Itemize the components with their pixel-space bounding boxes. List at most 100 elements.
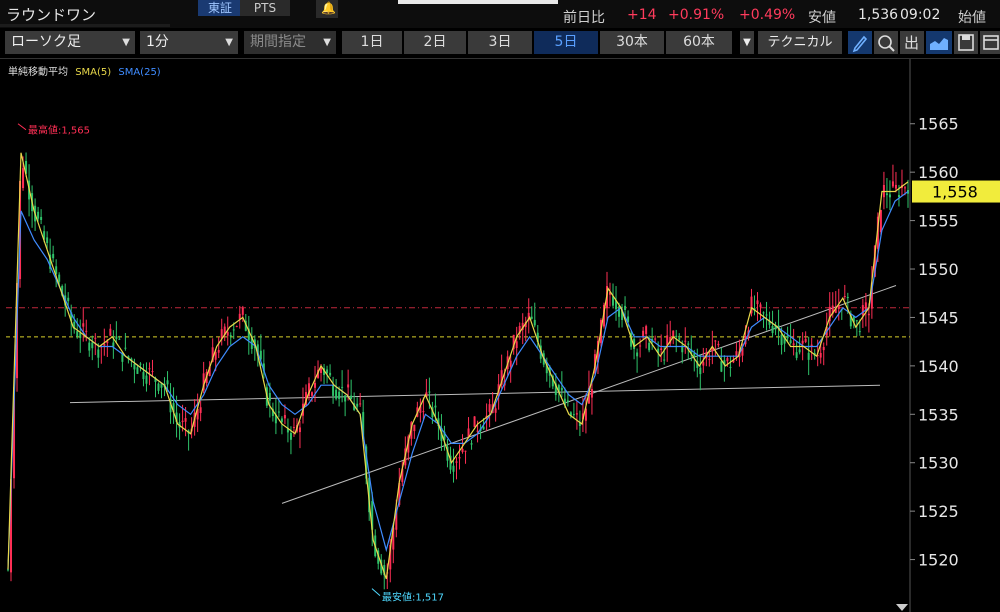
- candle-body: [756, 300, 759, 305]
- period-3d[interactable]: 3日: [468, 31, 532, 54]
- y-tick-label: 1555: [918, 212, 959, 231]
- candle-body: [356, 403, 359, 407]
- candle-body: [618, 306, 621, 317]
- candle-body: [819, 352, 822, 358]
- candle-body: [413, 424, 416, 432]
- candle-body: [464, 450, 467, 452]
- candle-body: [482, 426, 485, 430]
- candle-body: [846, 296, 849, 299]
- interval-select[interactable]: 1分 ▼: [140, 31, 238, 54]
- high-annotation: 最高値:1,565: [28, 124, 90, 137]
- high-marker: [17, 123, 27, 131]
- candle-body: [894, 184, 897, 189]
- candle-body: [678, 338, 681, 340]
- candle-body: [88, 342, 91, 351]
- draw-tool-button[interactable]: [848, 31, 872, 54]
- stock-title: ラウンドワン: [6, 6, 97, 24]
- chevron-down-icon: ▼: [122, 37, 130, 48]
- chart-type-select[interactable]: ローソク足 ▼: [5, 31, 135, 54]
- candle-body: [897, 195, 900, 198]
- candle-body: [560, 387, 563, 391]
- candle-body: [229, 335, 232, 337]
- period-60bars[interactable]: 60本: [666, 31, 732, 54]
- exchange-tab-tse[interactable]: 東証: [198, 0, 242, 16]
- technical-button[interactable]: テクニカル: [758, 31, 842, 54]
- candle-body: [765, 314, 768, 316]
- chevron-down-icon: ▼: [323, 37, 331, 48]
- change-percent: +0.91%: [668, 7, 725, 23]
- candle-body: [786, 335, 789, 339]
- legend-sma5[interactable]: SMA(5): [75, 67, 111, 78]
- candle-body: [903, 187, 906, 189]
- chevron-down-icon: ▼: [225, 37, 233, 48]
- chart-canvas[interactable]: 1520 1525 1530 1535 1540 1545 1550 1555 1560 1565…: [0, 58, 1000, 612]
- candle-body: [494, 408, 497, 413]
- candle-body: [867, 313, 870, 316]
- candle-body: [311, 392, 314, 396]
- candle-body: [675, 335, 678, 338]
- candle-body: [359, 403, 362, 405]
- candle-body: [139, 363, 142, 365]
- area-chart-button[interactable]: [926, 31, 952, 54]
- candle-body: [515, 341, 518, 348]
- y-tick-label: 1560: [918, 163, 959, 182]
- candle-body: [157, 383, 160, 391]
- price-chart[interactable]: 1520 1525 1530 1535 1540 1545 1550 1555 1560 1565…: [0, 58, 1000, 612]
- legend-sma25[interactable]: SMA(25): [118, 67, 160, 78]
- candle-body: [714, 340, 717, 342]
- period-2d[interactable]: 2日: [404, 31, 466, 54]
- candle-body: [461, 448, 464, 453]
- candle-body: [798, 349, 801, 353]
- candle-body: [142, 372, 145, 380]
- title-underline: [0, 24, 170, 27]
- change-value: +14: [627, 7, 657, 23]
- candle-body: [226, 332, 229, 336]
- y-tick-label: 1540: [918, 357, 959, 376]
- period-30bars[interactable]: 30本: [600, 31, 664, 54]
- open-label: 始値: [958, 10, 986, 26]
- candle-body: [795, 352, 798, 358]
- candle-body: [804, 338, 807, 342]
- candle-body: [789, 340, 792, 344]
- y-tick-label: 1525: [918, 502, 959, 521]
- candle-body: [684, 340, 687, 342]
- candle-body: [347, 384, 350, 388]
- candle-body: [46, 237, 49, 244]
- alert-button[interactable]: 🔔: [316, 0, 338, 18]
- change-label: 前日比: [563, 10, 605, 26]
- candle-body: [166, 380, 169, 385]
- candle-body: [533, 319, 536, 326]
- period-1d[interactable]: 1日: [342, 31, 402, 54]
- candle-body: [79, 332, 82, 338]
- candle-body: [530, 316, 533, 319]
- output-button[interactable]: 出: [900, 31, 924, 54]
- period-5d[interactable]: 5日: [534, 31, 598, 54]
- candle-body: [843, 296, 846, 298]
- window-button[interactable]: [980, 31, 1000, 54]
- candle-body: [861, 305, 864, 316]
- zoom-button[interactable]: [874, 31, 898, 54]
- candle-body: [639, 345, 642, 347]
- save-button[interactable]: [954, 31, 978, 54]
- candle-body: [350, 395, 353, 400]
- chart-type-value: ローソク足: [11, 34, 81, 50]
- quote-time: 09:02: [900, 7, 941, 23]
- pencil-icon: [852, 35, 868, 53]
- exchange-tab-pts[interactable]: PTS: [240, 0, 290, 16]
- y-tick-label: 1530: [918, 454, 959, 473]
- candle-body: [452, 465, 455, 472]
- candle-body: [792, 343, 795, 345]
- search-box[interactable]: [398, 0, 558, 4]
- candle-body: [687, 343, 690, 345]
- candle-body: [268, 392, 271, 401]
- candle-body: [885, 193, 888, 196]
- candle-body: [37, 211, 40, 219]
- candle-body: [298, 427, 301, 433]
- candle-body: [666, 335, 669, 346]
- range-select[interactable]: 期間指定 ▼: [244, 31, 336, 54]
- candle-body: [473, 416, 476, 427]
- more-dropdown-button[interactable]: ▼: [740, 31, 754, 54]
- candle-body: [181, 420, 184, 422]
- candle-body: [184, 418, 187, 422]
- candle-body: [771, 325, 774, 334]
